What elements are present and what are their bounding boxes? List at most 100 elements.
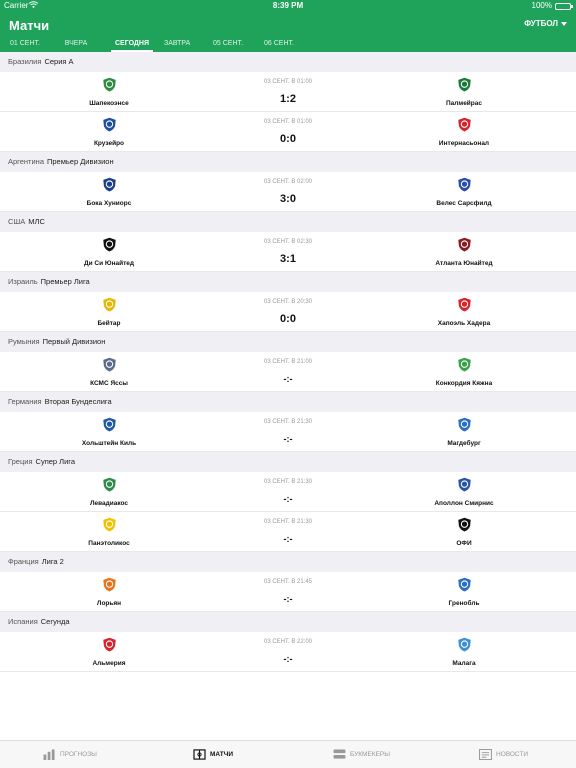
home-team-name: Бока Хуниорс <box>86 200 132 207</box>
battery-icon <box>555 3 573 10</box>
away-team: Интернасьонал <box>404 117 524 147</box>
match-score: -:- <box>283 534 293 544</box>
match-row[interactable]: Альмерия Малага 03 СЕНТ. В 22:00 -:- <box>0 632 576 672</box>
league-country: Аргентина <box>8 157 44 166</box>
away-team-name: Интернасьонал <box>438 140 490 147</box>
tab-0[interactable]: 01 СЕНТ. <box>8 38 42 52</box>
home-team: Панэтоликос <box>49 517 169 547</box>
league-header: Румыния Первый Дивизион <box>0 332 576 352</box>
league-name: Премьер Лига <box>40 277 90 286</box>
league-name: Премьер Дивизион <box>47 157 114 166</box>
match-date: 03 СЕНТ. В 01:00 <box>263 79 313 85</box>
team-crest-icon <box>102 177 116 192</box>
match-row[interactable]: Крузейро Интернасьонал 03 СЕНТ. В 01:00 0:0 <box>0 112 576 152</box>
away-team: Магдебург <box>404 417 524 447</box>
team-crest-icon <box>102 637 116 652</box>
league-country: США <box>8 217 26 226</box>
team-crest-icon <box>457 77 471 92</box>
match-row[interactable]: КСМС Яссы Конкордия Кяжна 03 СЕНТ. В 21:00… <box>0 352 576 392</box>
match-row[interactable]: Ди Си Юнайтед Атланта Юнайтед 03 СЕНТ. В 0… <box>0 232 576 272</box>
league-name: Супер Лига <box>35 457 76 466</box>
league-name: МЛС <box>28 217 45 226</box>
team-crest-icon <box>102 477 116 492</box>
bottom-tab-label: ПРОГНОЗЫ <box>60 751 97 758</box>
home-team: Крузейро <box>49 117 169 147</box>
away-team: Атланта Юнайтед <box>404 237 524 267</box>
team-crest-icon <box>102 77 116 92</box>
home-team: Альмерия <box>49 637 169 667</box>
sport-selector-label: ФУТБОЛ <box>524 19 558 28</box>
tab-2[interactable]: СЕГОДНЯ <box>111 38 153 52</box>
bottom-tab-2[interactable]: БУКМЕКЕРЫ <box>333 749 390 760</box>
league-country: Франция <box>8 557 39 566</box>
team-crest-icon <box>102 417 116 432</box>
away-team-name: Магдебург <box>447 440 481 447</box>
home-team: КСМС Яссы <box>49 357 169 387</box>
team-crest-icon <box>457 297 471 312</box>
matches-icon <box>193 749 206 760</box>
away-team-name: Конкордия Кяжна <box>435 380 493 387</box>
match-score: -:- <box>283 374 293 384</box>
league-country: Бразилия <box>8 57 42 66</box>
match-date: 03 СЕНТ. В 02:00 <box>263 179 313 185</box>
match-row[interactable]: Хольштейн Киль Магдебург 03 СЕНТ. В 21:30 -… <box>0 412 576 452</box>
away-team: Малага <box>404 637 524 667</box>
match-date: 03 СЕНТ. В 21:30 <box>263 419 313 425</box>
league-country: Греция <box>8 457 33 466</box>
match-row[interactable]: Левадиакос Аполлон Смирнис 03 СЕНТ. В 21:3… <box>0 472 576 512</box>
away-team-name: Палмейрас <box>445 100 483 107</box>
league-country: Румыния <box>8 337 40 346</box>
team-crest-icon <box>457 237 471 252</box>
match-score: -:- <box>283 654 293 664</box>
team-crest-icon <box>457 637 471 652</box>
match-row[interactable]: Лорьян Гренобль 03 СЕНТ. В 21:45 -:- <box>0 572 576 612</box>
sport-selector[interactable]: ФУТБОЛ <box>524 19 567 28</box>
league-name: Первый Дивизион <box>42 337 106 346</box>
bottom-tab-1[interactable]: МАТЧИ <box>193 749 233 760</box>
tab-3[interactable]: ЗАВТРА <box>164 38 190 52</box>
league-header: Греция Супер Лига <box>0 452 576 472</box>
tab-1[interactable]: ВЧЕРА <box>64 38 88 52</box>
home-team: Бейтар <box>49 297 169 327</box>
tab-4[interactable]: 05 СЕНТ. <box>213 38 243 52</box>
bottom-tab-bar: ПРОГНОЗЫ МАТЧИ БУКМЕКЕРЫ НОВОСТИ <box>0 740 576 768</box>
match-row[interactable]: Бейтар Хапоэль Хадера 03 СЕНТ. В 20:30 0:0 <box>0 292 576 332</box>
match-score: -:- <box>283 434 293 444</box>
match-row[interactable]: Панэтоликос ОФИ 03 СЕНТ. В 21:30 -:- <box>0 512 576 552</box>
match-score: 0:0 <box>280 133 296 145</box>
match-score: -:- <box>283 594 293 604</box>
match-date: 03 СЕНТ. В 21:30 <box>263 479 313 485</box>
league-country: Испания <box>8 617 38 626</box>
home-team-name: Ди Си Юнайтед <box>83 260 135 267</box>
match-row[interactable]: Бока Хуниорс Велес Сарсфилд 03 СЕНТ. В 02:… <box>0 172 576 212</box>
league-name: Лига 2 <box>41 557 64 566</box>
home-team: Хольштейн Киль <box>49 417 169 447</box>
away-team-name: Атланта Юнайтед <box>435 260 493 267</box>
away-team-name: ОФИ <box>456 540 472 547</box>
league-name: Вторая Бундеслига <box>44 397 112 406</box>
match-row[interactable]: Шапекоэнсе Палмейрас 03 СЕНТ. В 01:00 1:2 <box>0 72 576 112</box>
tab-5[interactable]: 06 СЕНТ. <box>264 38 294 52</box>
bottom-tab-0[interactable]: ПРОГНОЗЫ <box>43 749 97 760</box>
league-header: США МЛС <box>0 212 576 232</box>
match-score: 3:1 <box>280 253 296 265</box>
team-crest-icon <box>457 117 471 132</box>
match-date: 03 СЕНТ. В 02:30 <box>263 239 313 245</box>
chevron-down-icon <box>561 21 567 26</box>
bottom-tab-3[interactable]: НОВОСТИ <box>479 749 528 760</box>
league-header: Аргентина Премьер Дивизион <box>0 152 576 172</box>
match-date: 03 СЕНТ. В 21:30 <box>263 519 313 525</box>
match-date: 03 СЕНТ. В 21:00 <box>263 359 313 365</box>
away-team-name: Аполлон Смирнис <box>434 500 494 507</box>
away-team: Конкордия Кяжна <box>404 357 524 387</box>
home-team: Ди Си Юнайтед <box>49 237 169 267</box>
bottom-tab-label: БУКМЕКЕРЫ <box>350 751 390 758</box>
home-team: Бока Хуниорс <box>49 177 169 207</box>
away-team-name: Хапоэль Хадера <box>437 320 491 327</box>
home-team-name: Лорьян <box>96 600 122 607</box>
away-team: Велес Сарсфилд <box>404 177 524 207</box>
away-team-name: Велес Сарсфилд <box>436 200 492 207</box>
league-header: Испания Сегунда <box>0 612 576 632</box>
match-score: 3:0 <box>280 193 296 205</box>
home-team-name: КСМС Яссы <box>90 380 128 387</box>
